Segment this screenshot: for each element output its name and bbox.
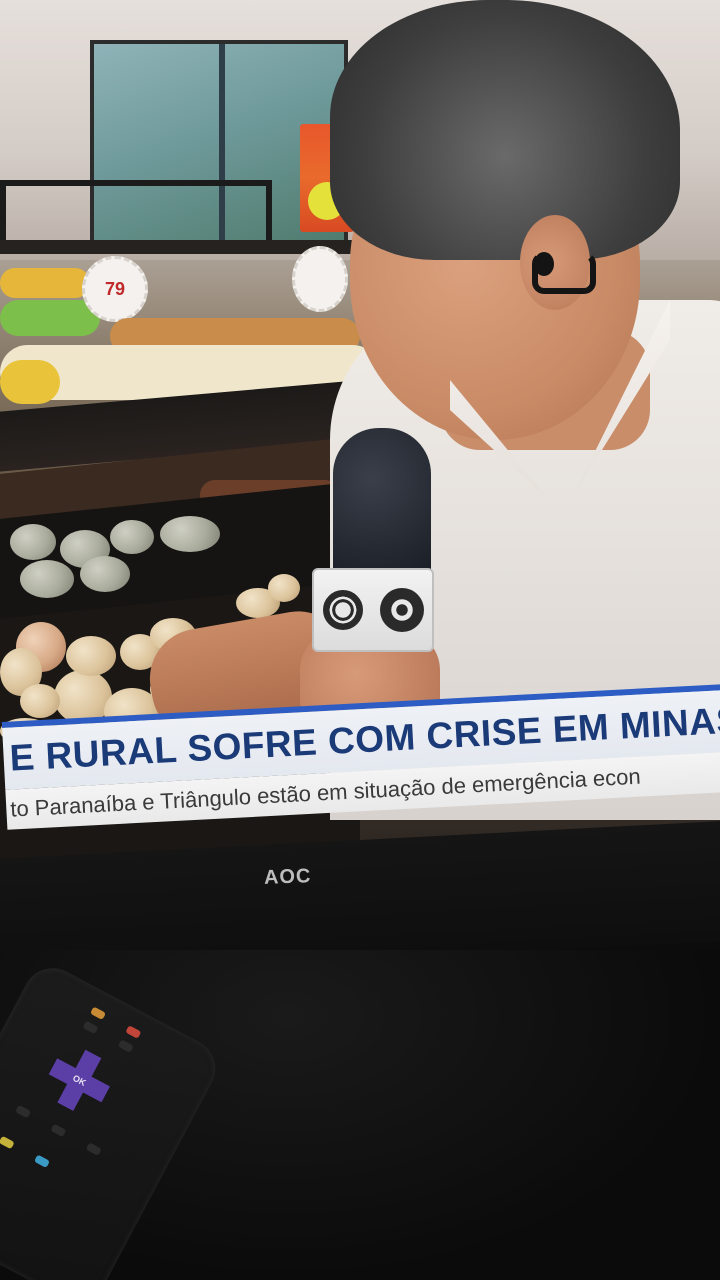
price-tag-left-value: 79 [104,278,126,299]
remote-button [125,1025,142,1039]
potato [268,574,300,602]
remote-button [15,1104,32,1119]
potato [80,556,130,592]
produce-yellow [0,268,90,298]
price-tag-right [292,246,348,312]
remote-button [50,1123,67,1138]
mic-flag [312,568,434,652]
remote-ok-label: OK [71,1072,88,1088]
remote-button [33,1154,51,1169]
tv-screen: 79 E RURAL SOFRE COM CRISE EM MINAS to P… [0,0,720,880]
price-tag-left: 79 [82,256,148,322]
photo-scene: 79 E RURAL SOFRE COM CRISE EM MINAS to P… [0,0,720,1280]
shelf-frame [0,180,272,246]
remote-dpad: OK [39,1040,120,1121]
potato [20,560,74,598]
tv-brand-logo: AOC [263,865,312,889]
potato [66,636,116,676]
remote-button [89,1006,107,1021]
remote-button [82,1020,99,1035]
globo-logo-icon [379,588,424,632]
potato [10,524,56,560]
potato [160,516,220,552]
remote-button [85,1142,102,1156]
remote-button [117,1039,134,1053]
produce-lemon [0,360,60,404]
reporter-hair [330,0,680,260]
globo-logo-icon [322,590,363,630]
produce-green [0,300,100,336]
remote-button [0,1135,15,1150]
earpiece-bud [534,252,554,276]
potato [110,520,154,554]
